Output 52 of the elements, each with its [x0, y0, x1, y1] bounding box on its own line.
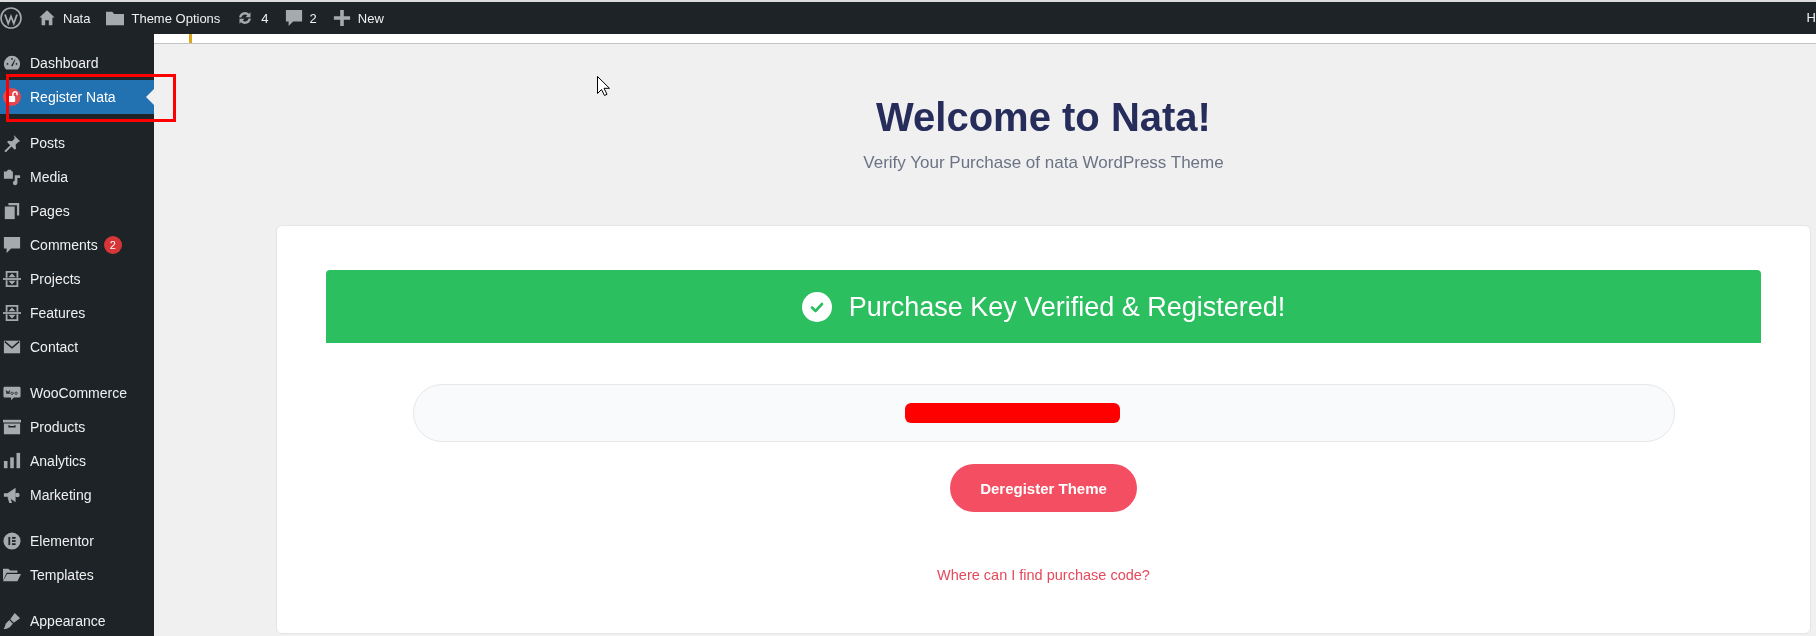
padlock-icon [3, 88, 21, 106]
megaphone-icon [3, 486, 21, 504]
sort-icon [3, 270, 21, 288]
site-name-link[interactable]: Nata [38, 2, 91, 34]
check-circle-icon [801, 291, 832, 322]
menu-item[interactable]: Pages [0, 194, 154, 228]
bar-chart-icon [3, 452, 21, 470]
speech-bubble-icon [284, 9, 303, 27]
theme-options-link[interactable]: Theme Options [106, 2, 221, 34]
notice-accent-bar [189, 34, 192, 43]
folder-icon [106, 9, 125, 27]
speech-bubble-icon [3, 384, 21, 402]
menu-item[interactable]: Appearance [0, 604, 154, 636]
menu-item[interactable]: Projects [0, 262, 154, 296]
folder-icon [3, 566, 21, 584]
count-badge: 2 [103, 236, 122, 254]
menu-pointer-icon [146, 89, 154, 105]
menu-item[interactable]: Products [0, 410, 154, 444]
account-menu[interactable]: H [1806, 2, 1816, 34]
plus-icon [332, 9, 351, 27]
menu-item[interactable]: Features [0, 296, 154, 330]
menu-item[interactable]: Templates [0, 558, 154, 592]
new-content-link[interactable]: New [332, 2, 384, 34]
logo-icon[interactable] [0, 7, 22, 29]
camera-note-icon [3, 168, 21, 186]
page-subtitle: Verify Your Purchase of nata WordPress Theme [863, 152, 1224, 174]
circle-logo-icon [3, 532, 21, 550]
pages-icon [3, 202, 21, 220]
menu-item[interactable]: Media [0, 160, 154, 194]
menu-item[interactable]: Contact [0, 330, 154, 364]
menu-item[interactable]: Analytics [0, 444, 154, 478]
comments-link[interactable]: 2 [284, 2, 317, 34]
archive-box-icon [3, 418, 21, 436]
menu-item[interactable]: Posts [0, 126, 154, 160]
page-title: Welcome to Nata! [876, 94, 1211, 141]
gauge-icon [3, 54, 21, 72]
speech-bubble-icon [3, 236, 21, 254]
menu-item[interactable]: Comments 2 [0, 228, 154, 262]
menu-item[interactable]: Marketing [0, 478, 154, 512]
updates-link[interactable]: 4 [236, 2, 269, 34]
home-icon [38, 9, 56, 27]
mouse-pointer-icon [597, 76, 610, 96]
paintbrush-icon [3, 612, 21, 630]
banner-message: Purchase Key Verified & Registered! [848, 290, 1286, 324]
menu-item[interactable]: Register Nata [0, 80, 154, 114]
pushpin-icon [3, 134, 21, 152]
menu-item[interactable]: WooCommerce [0, 376, 154, 410]
envelope-icon [3, 338, 21, 356]
help-link[interactable]: Where can I find purchase code? [937, 565, 1150, 585]
sort-icon [3, 304, 21, 322]
menu-item[interactable]: Elementor [0, 524, 154, 558]
menu-item[interactable]: Dashboard [0, 46, 154, 80]
